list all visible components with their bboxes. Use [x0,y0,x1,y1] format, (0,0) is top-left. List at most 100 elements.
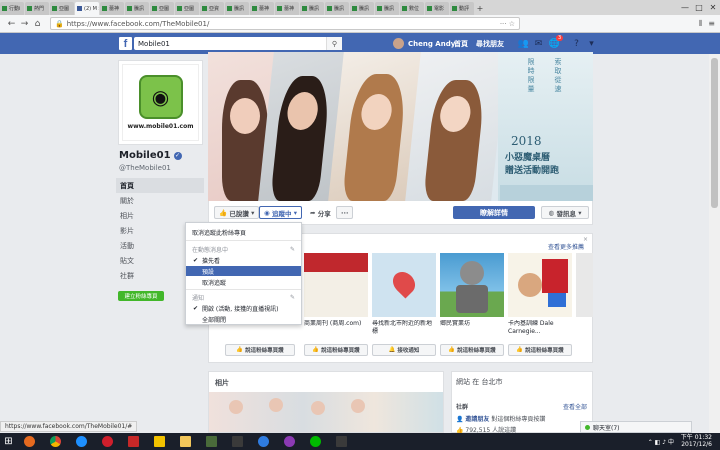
fb-home-link[interactable]: 首頁 [454,39,468,49]
friend-requests-icon[interactable]: 👥 [518,38,529,49]
ie-icon[interactable] [69,434,93,449]
pencil-icon[interactable]: ✎ [290,294,295,301]
forward-icon[interactable]: → [18,17,31,30]
browser-tab[interactable]: 蕾神 [100,2,124,15]
browser-tab[interactable]: 騰訊 [125,2,149,15]
app-icon[interactable] [329,434,353,449]
browser-tab[interactable]: 蕾神 [250,2,274,15]
line-icon[interactable] [303,434,327,449]
chrome-icon[interactable] [43,434,67,449]
minimize-icon[interactable]: — [678,0,692,15]
system-tray[interactable]: ⌃ ◧ ♪ 中 [648,437,674,446]
page-actions-icon[interactable]: ··· ☆ [500,20,515,28]
page-nav-item[interactable]: 首頁 [116,178,204,193]
fb-search-input[interactable]: Mobile01 ⚲ [134,37,342,50]
like-page-button[interactable]: 👍 說這粉絲專頁讚 [225,344,295,356]
browser-tab[interactable]: 亞圖 [175,2,199,15]
like-page-button[interactable]: 👍 說這粉絲專頁讚 [304,344,368,356]
page-nav-item[interactable]: 相片 [116,208,204,223]
clock[interactable]: 下午 01:32 2017/12/6 [681,434,712,448]
opera-icon[interactable] [95,434,119,449]
like-page-button[interactable]: 👍 說這粉絲專頁讚 [440,344,504,356]
browser-tab[interactable]: 行動i [0,2,24,15]
messenger-icon[interactable]: ✉ [533,38,544,49]
account-menu-icon[interactable]: ▾ [586,38,597,49]
app-icon[interactable] [277,434,301,449]
fb-user-link[interactable]: Cheng Andy [393,38,455,49]
ime-indicator[interactable]: 中 [668,439,674,446]
browser-tab[interactable]: 蕾神 [275,2,299,15]
liked-button[interactable]: 👍 已說讚 ▾ [214,206,260,219]
share-button[interactable]: ➦ 分享 [306,206,335,219]
browser-tab[interactable]: 熱門 [25,2,49,15]
community-see-all-link[interactable]: 查看全部 [563,402,587,411]
app-icon[interactable] [147,434,171,449]
fb-find-friends-link[interactable]: 尋找朋友 [476,39,504,49]
menu-item-all-off[interactable]: 全部關閉 [186,314,301,324]
pencil-icon[interactable]: ✎ [290,246,295,253]
scrollbar-thumb[interactable] [711,58,718,208]
website-link[interactable]: 網站 在 台北市 [456,377,502,387]
firefox-icon[interactable] [17,434,41,449]
back-icon[interactable]: ← [5,17,18,30]
browser-tab[interactable]: 騰訊 [325,2,349,15]
message-button[interactable]: ◍ 發訊息 ▾ [541,206,589,219]
browser-tab[interactable]: 動評 [450,2,474,15]
facebook-logo-icon[interactable]: f [119,37,132,50]
app-icon[interactable] [199,434,223,449]
file-explorer-icon[interactable] [173,434,197,449]
browser-tab[interactable]: 亞圖 [50,2,74,15]
browser-tab[interactable]: 騰訊 [300,2,324,15]
more-button[interactable]: ··· [336,206,354,219]
get-notifications-button[interactable]: 🔔 接收通知 [372,344,436,356]
menu-divider [186,289,301,290]
page-scrollbar[interactable] [709,54,720,433]
home-icon[interactable]: ⌂ [31,17,44,30]
menu-item-see-first[interactable]: ✔ 搶先看 [186,255,301,265]
menu-item-notif-on[interactable]: ✔ 開啟 (活動, 接獲的直播視訊) [186,303,301,313]
menu-item-unfollow-page[interactable]: 取消追蹤此粉絲專頁 [186,227,301,237]
page-handle[interactable]: @TheMobile01 [119,164,171,172]
close-icon[interactable]: ✕ [706,0,720,15]
page-profile-picture[interactable]: ◉ www.mobile01.com [118,60,203,145]
photos-preview[interactable] [209,392,443,432]
browser-tab[interactable]: 騰訊 [375,2,399,15]
see-more-suggestions-link[interactable]: 查看更多推薦 [548,242,584,251]
suggestion-card-2[interactable]: 尋找新北市附近的新地標 [372,253,436,336]
browser-tab[interactable]: 亞圖 [150,2,174,15]
menu-item-default[interactable]: 預設 [186,266,301,276]
page-title[interactable]: Mobile01 ✓ [119,150,182,161]
library-icon[interactable]: ⫴ [699,19,702,29]
app-icon[interactable] [225,434,249,449]
vivaldi-icon[interactable] [121,434,145,449]
browser-tab[interactable]: 電影 [425,2,449,15]
browser-tab[interactable]: 亞資 [200,2,224,15]
learn-more-button[interactable]: 瞭解詳情 [453,206,535,219]
windows-start-icon[interactable]: ⊞ [0,433,17,450]
menu-item-unfollow[interactable]: 取消追蹤 [186,277,301,287]
chat-bar[interactable]: 聊天室(7) [580,421,692,433]
page-nav-item[interactable]: 關於 [116,193,204,208]
new-tab-icon[interactable]: + [475,2,485,15]
following-button[interactable]: ◉ 追蹤中 ▾ [259,206,302,219]
maximize-icon[interactable]: □ [692,0,706,15]
suggestion-name-3: 鄉民實業坊 [440,320,471,327]
browser-tab[interactable]: 騰訊 [225,2,249,15]
browser-tab[interactable]: 騰訊 [350,2,374,15]
app-icon[interactable] [251,434,275,449]
invite-friends-link[interactable]: 邀請朋友 [465,416,489,423]
photos-title[interactable]: 相片 [215,378,229,388]
browser-tab[interactable]: 數位 [400,2,424,15]
search-icon[interactable]: ⚲ [326,37,342,50]
cover-photo[interactable]: 限時限量 索取從速 2018 小惡魔桌曆 贈送活動開跑 [208,52,593,201]
address-bar[interactable]: 🔒 https://www.facebook.com/TheMobile01/ … [50,17,520,30]
suggestion-card-4[interactable]: 卡內基訓練 Dale Carnegie... [508,253,572,336]
create-page-button[interactable]: 建立粉絲專頁 [118,291,164,301]
browser-tab[interactable]: (2) M× [75,2,99,15]
like-page-button[interactable]: 👍 說這粉絲專頁讚 [508,344,572,356]
suggestion-card-1[interactable]: 商業周刊 (商周.com) [304,253,368,336]
suggestion-card-3[interactable]: 鄉民實業坊 [440,253,504,336]
help-icon[interactable]: ? [571,38,582,49]
menu-icon[interactable]: ≡ [708,19,715,29]
close-tab-icon[interactable]: × [98,6,99,12]
